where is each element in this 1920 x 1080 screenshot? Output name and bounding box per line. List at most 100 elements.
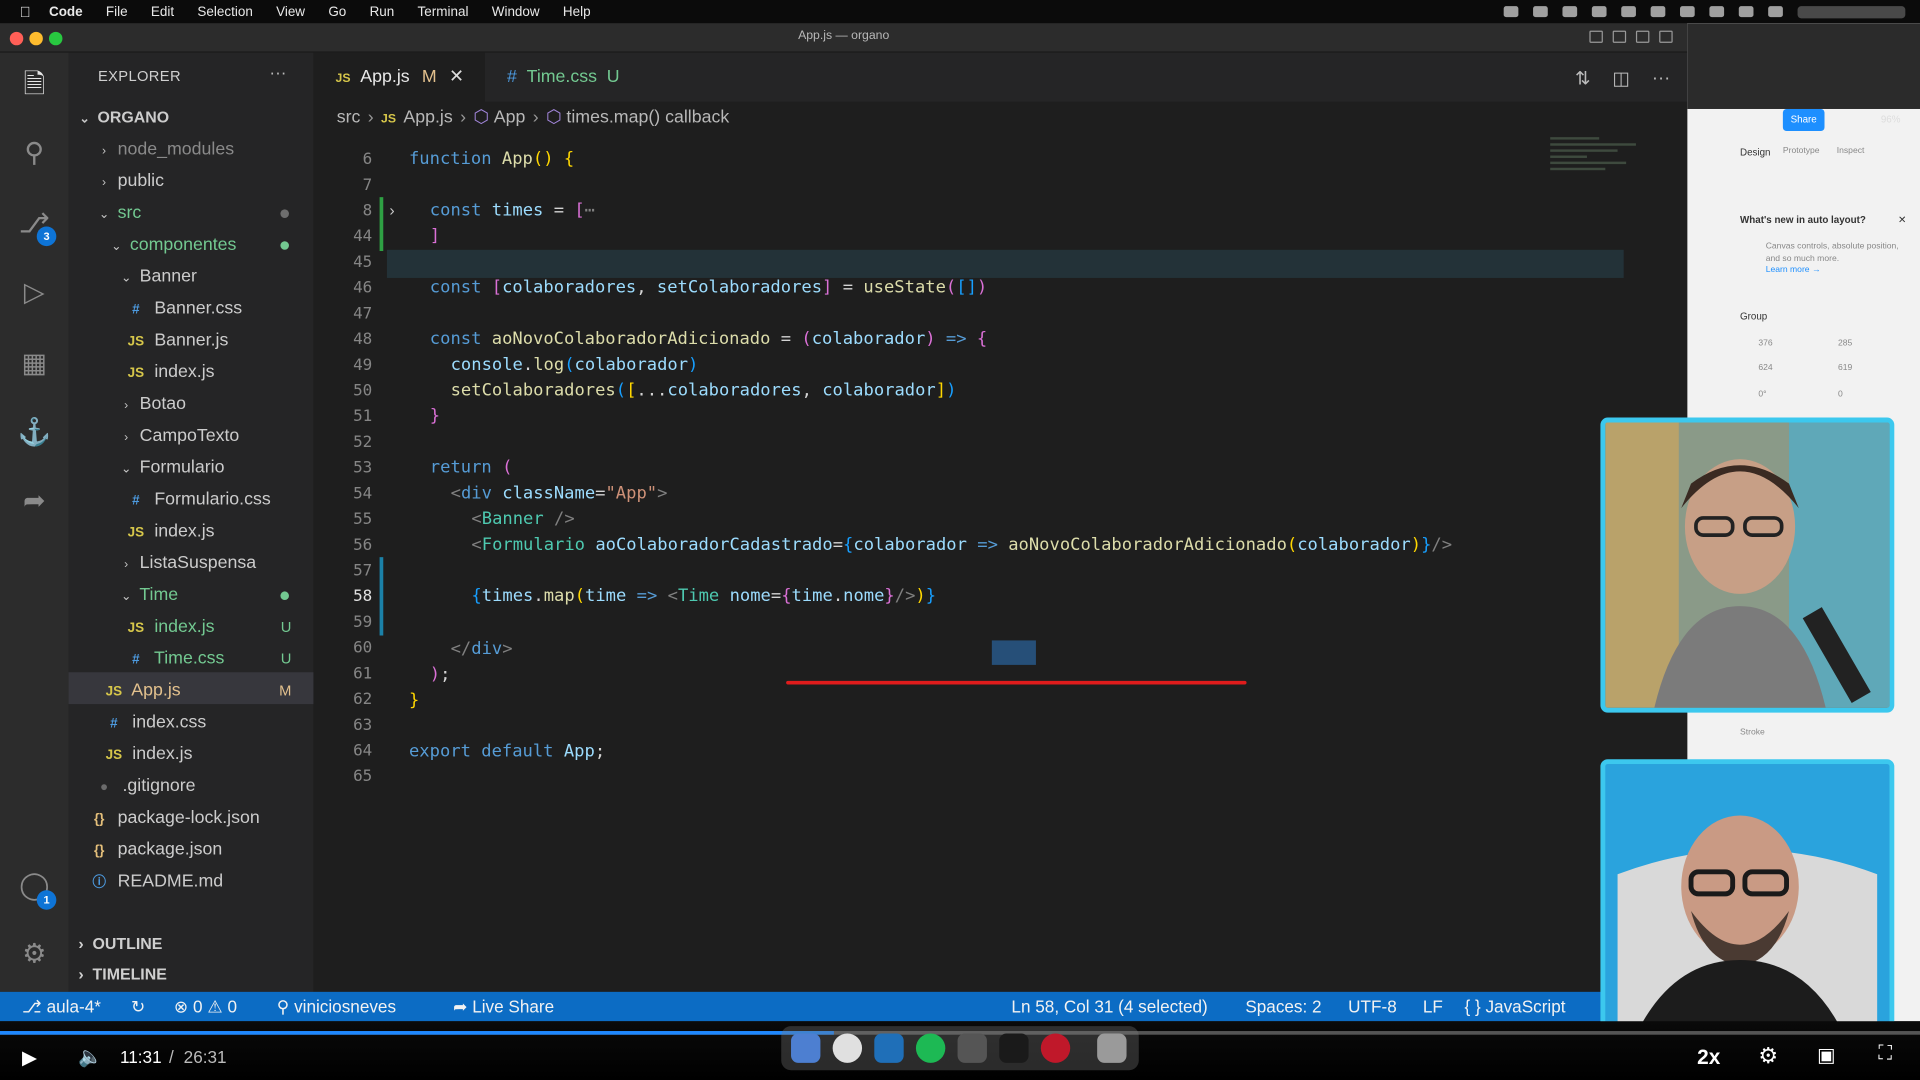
close-icon[interactable]: ✕: [449, 67, 464, 87]
menu-go[interactable]: Go: [328, 4, 346, 19]
tree-file-formulario-index[interactable]: JS index.js: [69, 516, 314, 548]
more-actions-icon[interactable]: ···: [1652, 67, 1670, 89]
tree-folder-public[interactable]: › public: [69, 165, 314, 197]
breadcrumb-src[interactable]: src: [337, 108, 361, 128]
h-value[interactable]: 619: [1838, 364, 1852, 373]
terminal-icon[interactable]: [999, 1033, 1029, 1063]
code-line[interactable]: <Formulario aoColaboradorCadastrado={col…: [471, 535, 1452, 555]
playback-speed[interactable]: 2x: [1697, 1046, 1720, 1070]
chrome-icon[interactable]: [832, 1033, 863, 1063]
fold-chevron-icon[interactable]: ›: [389, 201, 394, 219]
bluetooth-icon[interactable]: [1621, 6, 1636, 18]
tree-folder-botao[interactable]: › Botao: [69, 388, 314, 420]
code-line[interactable]: </div>: [451, 639, 513, 659]
x-value[interactable]: 376: [1758, 339, 1772, 348]
code-line[interactable]: function App() {: [409, 149, 574, 169]
w-value[interactable]: 624: [1758, 364, 1772, 373]
explorer-icon[interactable]: 🗎: [17, 67, 51, 101]
code-line[interactable]: <Banner />: [471, 509, 574, 529]
tree-file-time-css[interactable]: # Time.css U: [69, 643, 314, 675]
tree-file-banner-js[interactable]: JS Banner.js: [69, 324, 314, 356]
compare-changes-icon[interactable]: ⇅: [1575, 67, 1590, 90]
tree-file-banner-index[interactable]: JS index.js: [69, 356, 314, 388]
split-editor-icon[interactable]: ◫: [1612, 67, 1629, 90]
docker-icon[interactable]: ⚓: [17, 415, 52, 449]
tree-folder-formulario[interactable]: ⌄ Formulario: [69, 452, 314, 484]
code-line[interactable]: setColaboradores([...colaboradores, cola…: [451, 381, 957, 401]
account-indicator[interactable]: ⚲ viniciosneves: [277, 992, 396, 1021]
share-button[interactable]: Share: [1782, 108, 1825, 132]
extensions-icon[interactable]: ▦: [17, 347, 51, 381]
code-line[interactable]: <div className="App">: [451, 484, 668, 504]
code-line[interactable]: const [colaboradores, setColaboradores] …: [430, 278, 987, 298]
apple-icon[interactable]: : [20, 4, 37, 19]
language-mode[interactable]: { } JavaScript: [1465, 992, 1566, 1021]
status-icon[interactable]: [1562, 6, 1578, 18]
tree-folder-campotexto[interactable]: › CampoTexto: [69, 420, 314, 452]
tree-file-app-js[interactable]: JS App.js M: [69, 675, 314, 707]
breadcrumb-callback[interactable]: times.map() callback: [566, 108, 729, 128]
tab-inspect[interactable]: Inspect: [1837, 147, 1865, 156]
code-line[interactable]: ]: [430, 227, 440, 247]
zoom-level[interactable]: 96%: [1881, 114, 1901, 125]
tree-folder-listasuspensa[interactable]: › ListaSuspensa: [69, 547, 314, 579]
search-icon[interactable]: [1709, 6, 1725, 18]
code-line[interactable]: const aoNovoColaboradorAdicionado = (col…: [430, 329, 987, 349]
rotation-value[interactable]: 0°: [1758, 391, 1766, 400]
search-icon[interactable]: ⚲: [17, 136, 51, 170]
tree-folder-banner[interactable]: ⌄ Banner: [69, 261, 314, 293]
tree-root-organo[interactable]: ⌄ ORGANO: [69, 102, 314, 134]
code-line[interactable]: return (: [430, 458, 513, 478]
volume-icon[interactable]: 🔈: [78, 1044, 102, 1068]
code-line-current[interactable]: {times.map(time => <Time nome={time.nome…: [471, 587, 936, 607]
menu-app-name[interactable]: Code: [49, 4, 83, 19]
code-line[interactable]: );: [430, 665, 451, 685]
menu-help[interactable]: Help: [563, 4, 591, 19]
tab-app-js[interactable]: JS App.js M ✕: [313, 52, 485, 102]
tree-file-package-json[interactable]: {} package.json: [69, 834, 314, 866]
fullscreen-icon[interactable]: ⛶: [1878, 1043, 1892, 1065]
tree-file-index-css[interactable]: # index.css: [69, 707, 314, 739]
tooltip-link[interactable]: Learn more →: [1766, 266, 1821, 275]
app-icon[interactable]: [957, 1033, 987, 1063]
vscode-icon[interactable]: [874, 1033, 904, 1063]
tree-file-gitignore[interactable]: ● .gitignore: [69, 770, 314, 802]
toggle-sidebar-icon[interactable]: [1589, 30, 1603, 43]
radius-value[interactable]: 0: [1838, 391, 1843, 400]
menu-view[interactable]: View: [276, 4, 305, 19]
code-line[interactable]: }: [430, 407, 440, 427]
tab-design[interactable]: Design: [1740, 147, 1770, 158]
live-share-button[interactable]: ➦ Live Share: [453, 992, 554, 1021]
menu-selection[interactable]: Selection: [197, 4, 252, 19]
tree-file-formulario-css[interactable]: # Formulario.css: [69, 484, 314, 516]
sync-icon[interactable]: ↻: [131, 992, 145, 1021]
problems-indicator[interactable]: ⊗ 0 ⚠ 0: [174, 992, 237, 1021]
indentation[interactable]: Spaces: 2: [1245, 992, 1321, 1021]
tree-file-index-js[interactable]: JS index.js: [69, 738, 314, 770]
y-value[interactable]: 285: [1838, 339, 1852, 348]
gear-icon[interactable]: ⚙: [1758, 1043, 1778, 1069]
minimap[interactable]: [1550, 133, 1672, 206]
tree-file-time-index[interactable]: JS index.js U: [69, 611, 314, 643]
menu-edit[interactable]: Edit: [151, 4, 174, 19]
tree-file-readme[interactable]: ⓘ README.md: [69, 866, 314, 898]
finder-icon[interactable]: [791, 1033, 821, 1063]
battery-icon[interactable]: [1650, 6, 1666, 18]
opera-icon[interactable]: [1040, 1033, 1071, 1063]
gear-icon[interactable]: ⚙: [17, 937, 51, 971]
menu-file[interactable]: File: [106, 4, 128, 19]
tree-folder-componentes[interactable]: ⌄ componentes: [69, 229, 314, 261]
customize-layout-icon[interactable]: [1659, 30, 1673, 43]
timeline-section[interactable]: › TIMELINE: [78, 965, 166, 983]
code-line[interactable]: console.log(colaborador): [451, 355, 699, 375]
tree-folder-node-modules[interactable]: › node_modules: [69, 133, 314, 165]
keyboard-icon[interactable]: [1591, 6, 1607, 18]
tree-folder-time[interactable]: ⌄ Time: [69, 579, 314, 611]
tree-folder-src[interactable]: ⌄ src: [69, 197, 314, 229]
breadcrumb-symbol[interactable]: App: [494, 108, 526, 128]
play-icon[interactable]: ▶: [22, 1046, 37, 1070]
menu-window[interactable]: Window: [492, 4, 540, 19]
display-icon[interactable]: [1533, 6, 1548, 18]
picture-in-picture-icon[interactable]: ▣: [1817, 1043, 1836, 1067]
wifi-icon[interactable]: [1680, 6, 1695, 18]
